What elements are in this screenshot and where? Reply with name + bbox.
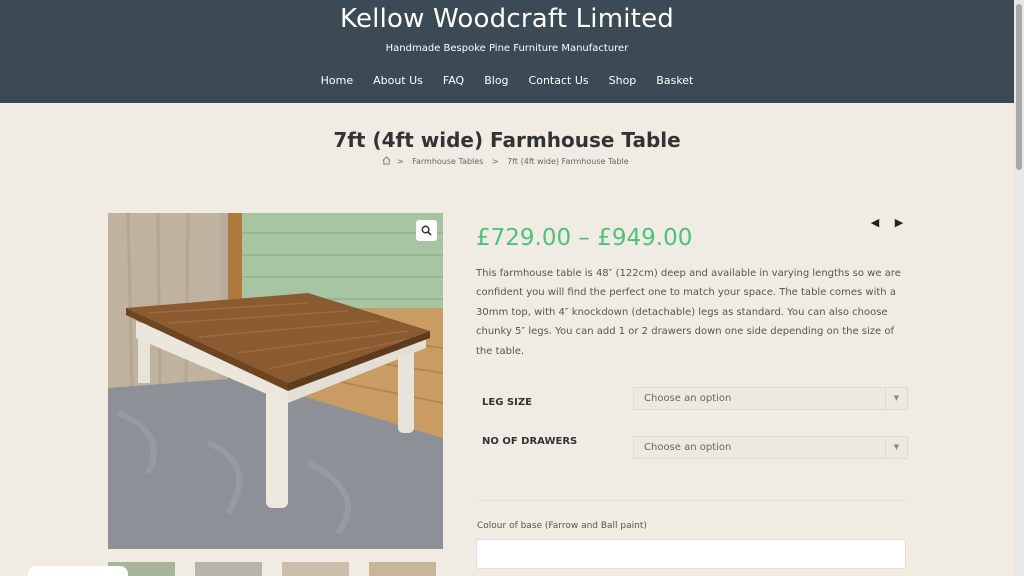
product-image[interactable]: [108, 213, 443, 549]
no-of-drawers-label: NO OF DRAWERS: [482, 436, 578, 447]
page-title: 7ft (4ft wide) Farmhouse Table: [333, 128, 681, 152]
home-icon[interactable]: [382, 156, 391, 165]
breadcrumb-separator: >: [396, 157, 404, 166]
nav-faq[interactable]: FAQ: [433, 74, 474, 87]
nav-about-us[interactable]: About Us: [363, 74, 433, 87]
breadcrumb-current: 7ft (4ft wide) Farmhouse Table: [507, 157, 629, 166]
nav-shop[interactable]: Shop: [599, 74, 647, 87]
no-of-drawers-select-value: Choose an option: [644, 442, 732, 453]
thumbnail-strip: [108, 562, 436, 576]
floating-widget[interactable]: [28, 566, 128, 576]
site-header: Kellow Woodcraft Limited Handmade Bespok…: [0, 0, 1014, 103]
nav-home[interactable]: Home: [311, 74, 363, 87]
breadcrumb-farmhouse-tables[interactable]: Farmhouse Tables: [412, 157, 483, 166]
page-scrollbar[interactable]: [1014, 0, 1024, 576]
colour-of-base-label: Colour of base (Farrow and Ball paint): [477, 521, 647, 531]
colour-of-base-input[interactable]: [476, 539, 906, 569]
breadcrumb: > Farmhouse Tables > 7ft (4ft wide) Farm…: [0, 156, 1014, 166]
thumbnail[interactable]: [369, 562, 436, 576]
nav-contact-us[interactable]: Contact Us: [519, 74, 599, 87]
main-nav: Home About Us FAQ Blog Contact Us Shop B…: [0, 74, 1014, 87]
zoom-button[interactable]: [416, 220, 437, 241]
leg-size-select-value: Choose an option: [644, 393, 732, 404]
thumbnail[interactable]: [282, 562, 349, 576]
site-tagline: Handmade Bespoke Pine Furniture Manufact…: [385, 43, 629, 54]
breadcrumb-separator: >: [491, 157, 499, 166]
product-description: This farmhouse table is 48″ (122cm) deep…: [476, 268, 901, 357]
site-title[interactable]: Kellow Woodcraft Limited: [0, 4, 1014, 34]
thumbnail[interactable]: [195, 562, 262, 576]
divider: [476, 500, 908, 501]
product-navigation: ◀ ▶: [868, 215, 906, 229]
chevron-right-icon[interactable]: ▶: [892, 215, 906, 229]
leg-size-select[interactable]: Choose an option ▼: [633, 387, 908, 410]
chevron-down-icon: ▼: [885, 437, 907, 458]
leg-size-label: LEG SIZE: [482, 397, 532, 408]
nav-blog[interactable]: Blog: [474, 74, 518, 87]
chevron-left-icon[interactable]: ◀: [868, 215, 882, 229]
product-price: £729.00 – £949.00: [476, 225, 693, 251]
scrollbar-thumb[interactable]: [1016, 4, 1022, 170]
no-of-drawers-select[interactable]: Choose an option ▼: [633, 436, 908, 459]
chevron-down-icon: ▼: [885, 388, 907, 409]
table-photo: [108, 213, 443, 549]
search-icon: [421, 225, 432, 236]
nav-basket[interactable]: Basket: [646, 74, 703, 87]
